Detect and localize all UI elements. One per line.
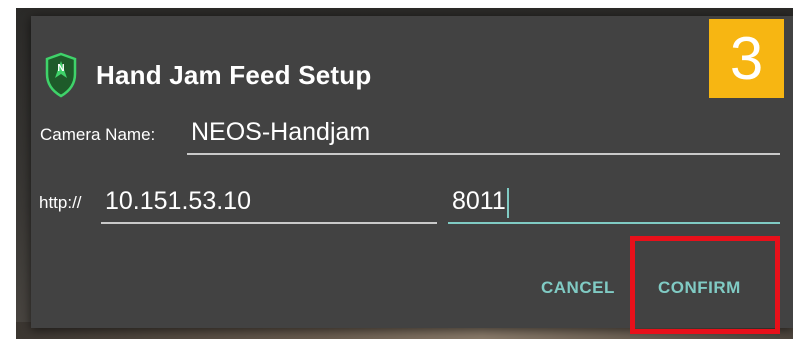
shield-n-logo-icon: N bbox=[45, 52, 77, 98]
dialog-title: Hand Jam Feed Setup bbox=[96, 59, 372, 90]
port-input[interactable]: 8011 bbox=[448, 184, 780, 224]
confirm-highlight-annotation bbox=[630, 236, 780, 334]
dialog-title-row: N Hand Jam Feed Setup bbox=[44, 51, 371, 99]
host-address-input[interactable]: 10.151.53.10 bbox=[101, 184, 437, 224]
cancel-button[interactable]: CANCEL bbox=[541, 278, 615, 298]
host-address-value: 10.151.53.10 bbox=[105, 187, 251, 215]
text-cursor bbox=[506, 188, 509, 218]
camera-name-value: NEOS-Handjam bbox=[191, 118, 371, 146]
camera-name-input[interactable]: NEOS-Handjam bbox=[187, 116, 780, 155]
svg-text:N: N bbox=[57, 63, 64, 74]
port-value-wrapper: 8011 bbox=[452, 187, 509, 218]
port-value: 8011 bbox=[452, 187, 506, 215]
camera-name-label: Camera Name: bbox=[40, 125, 156, 144]
http-prefix-label: http:// bbox=[39, 193, 82, 212]
step-number-badge: 3 bbox=[709, 19, 784, 98]
